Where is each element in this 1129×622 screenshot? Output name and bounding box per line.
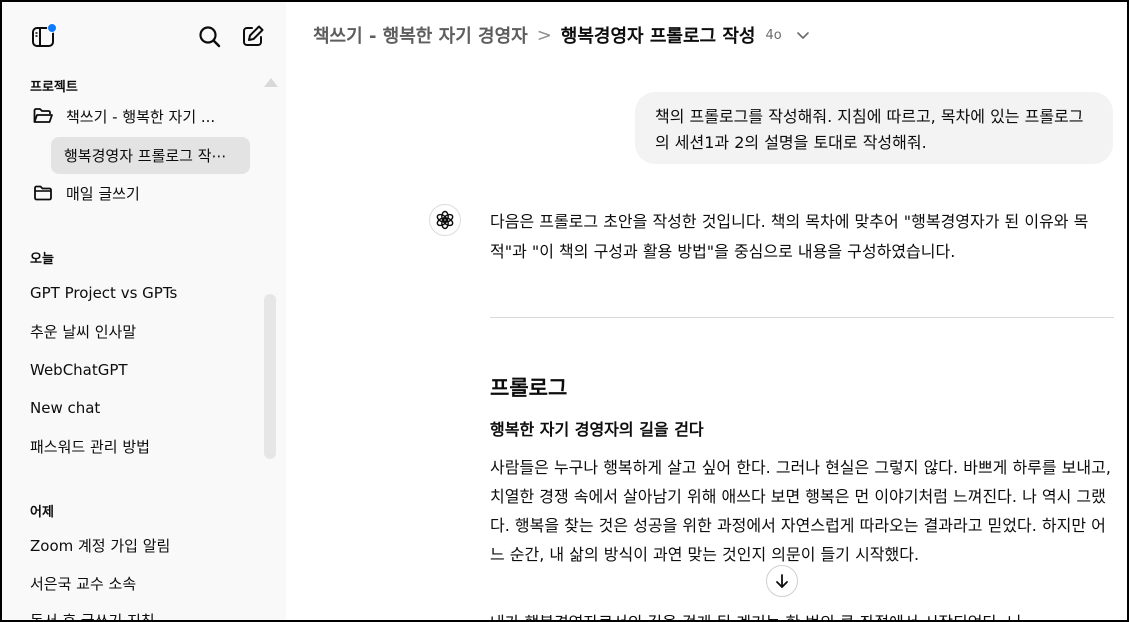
breadcrumb-project[interactable]: 책쓰기 - 행복한 자기 경영자 <box>313 22 528 48</box>
sidebar-chat-item[interactable]: 독서 후 글쓰기 지침 <box>30 610 155 620</box>
folder-icon <box>34 185 52 201</box>
user-message-bubble: 책의 프롤로그를 작성해줘. 지침에 따르고, 목차에 있는 프롤로그의 세션1… <box>635 92 1113 164</box>
breadcrumb: 책쓰기 - 행복한 자기 경영자 > 행복경영자 프롤로그 작성 4o <box>313 22 810 48</box>
sidebar-chat-item[interactable]: Zoom 계정 가입 알림 <box>30 535 170 556</box>
sidebar-chat-item[interactable]: 추운 날씨 인사말 <box>30 321 136 342</box>
response-paragraph: 사람들은 누구나 행복하게 살고 싶어 한다. 그러나 현실은 그렇지 않다. … <box>490 458 1111 564</box>
assistant-avatar <box>429 204 461 236</box>
sidebar-chat-item[interactable]: New chat <box>30 399 100 417</box>
notification-dot <box>47 23 57 33</box>
projects-heading: 프로젝트 <box>30 80 78 95</box>
sidebar-project-chat-label: 행복경영자 프롤로그 작⋯ <box>64 147 227 165</box>
model-label[interactable]: 4o <box>766 28 782 43</box>
sidebar-project-daily-writing[interactable]: 매일 글쓰기 <box>32 175 140 211</box>
new-chat-icon[interactable] <box>240 23 266 49</box>
sidebar-chat-item[interactable]: 패스워드 관리 방법 <box>30 436 150 457</box>
search-icon[interactable] <box>197 24 223 50</box>
app-window: 프로젝트 책쓰기 - 행복한 자기 ... 행복경영자 프롤로그 작⋯ 매일 글… <box>0 0 1129 622</box>
chat-title[interactable]: 행복경영자 프롤로그 작성 <box>561 22 756 48</box>
yesterday-heading: 어제 <box>30 505 54 520</box>
response-subheading: 행복한 자기 경영자의 길을 걷다 <box>490 420 704 439</box>
sidebar-chat-item[interactable]: WebChatGPT <box>30 361 128 379</box>
sidebar-project-label: 책쓰기 - 행복한 자기 ... <box>66 107 216 126</box>
sidebar-project-chat-selected[interactable]: 행복경영자 프롤로그 작⋯ <box>51 137 250 174</box>
sidebar-project-book[interactable]: 책쓰기 - 행복한 자기 ... <box>32 98 215 134</box>
sidebar-chat-item[interactable]: GPT Project vs GPTs <box>30 284 177 302</box>
breadcrumb-separator: > <box>536 24 552 46</box>
collapse-triangle-icon[interactable] <box>264 78 278 87</box>
openai-logo-icon <box>436 210 454 230</box>
sidebar: 프로젝트 책쓰기 - 행복한 자기 ... 행복경영자 프롤로그 작⋯ 매일 글… <box>2 2 286 620</box>
assistant-intro: 다음은 프롤로그 초안을 작성한 것입니다. 책의 목차에 맞추어 "행복경영자… <box>490 212 1089 261</box>
folder-open-icon <box>33 108 53 123</box>
response-paragraph-next: 내가 행복경영자로서의 길을 걷게 된 계기는 한 번의 큰 좌절에서 시작되었… <box>490 608 1120 620</box>
sidebar-scrollbar[interactable] <box>264 294 276 459</box>
today-heading: 오늘 <box>30 252 54 267</box>
sidebar-project-label: 매일 글쓰기 <box>66 184 140 203</box>
chevron-down-icon[interactable] <box>796 28 810 42</box>
arrow-down-icon <box>776 574 788 588</box>
divider <box>490 317 1114 318</box>
sidebar-chat-item[interactable]: 서은국 교수 소속 <box>30 573 136 594</box>
scroll-to-bottom-button[interactable] <box>766 565 798 597</box>
response-heading: 프롤로그 <box>490 376 568 400</box>
main-panel: 책쓰기 - 행복한 자기 경영자 > 행복경영자 프롤로그 작성 4o 책의 프… <box>286 2 1127 620</box>
